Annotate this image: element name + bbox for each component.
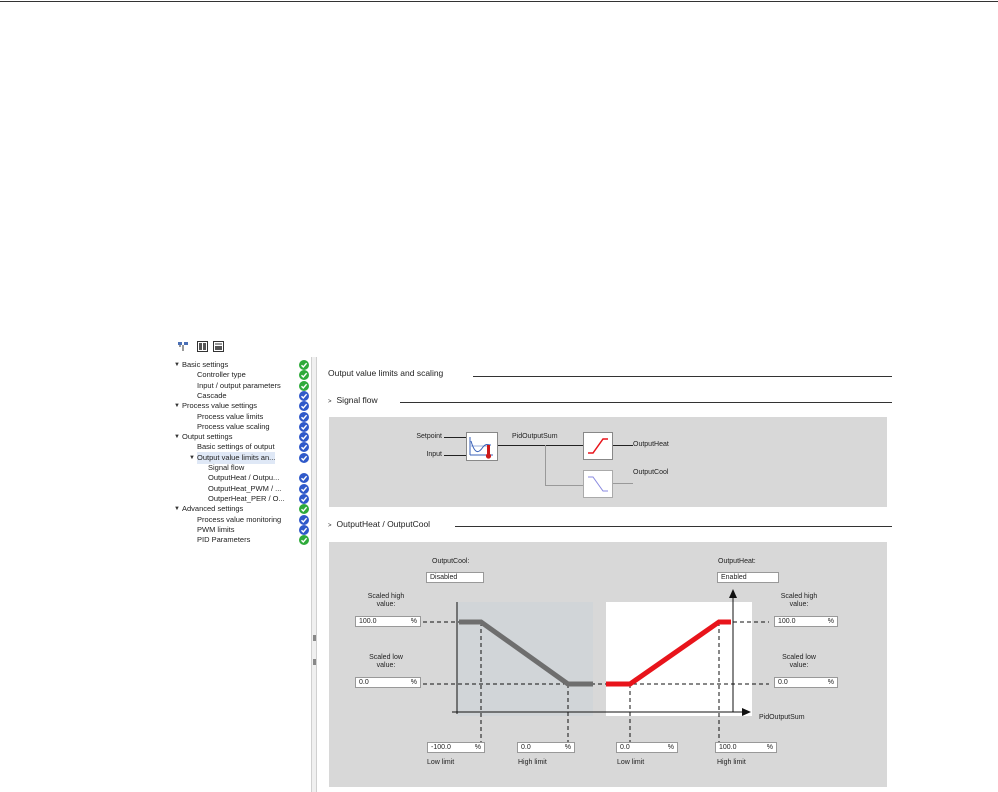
- signal-flow-header[interactable]: > Signal flow: [328, 395, 378, 405]
- pid-output-sum-label: PidOutputSum: [512, 433, 558, 440]
- input-label: Input: [426, 451, 442, 458]
- cool-output-line: [613, 483, 633, 484]
- input-line: [444, 455, 466, 456]
- settings-tree: ▼ Basic settings Controller type Input / ou…: [173, 359, 313, 792]
- heat-high-limit-label: High limit: [717, 759, 746, 766]
- tree-item[interactable]: PID Parameters: [173, 534, 310, 546]
- heat-output-line: [613, 445, 633, 446]
- top-border-line: [0, 1, 998, 2]
- heat-low-limit-label: Low limit: [617, 759, 645, 766]
- collapse-all-icon[interactable]: [213, 341, 224, 352]
- pid-output-line: [498, 445, 583, 446]
- pid-controller-block: [466, 432, 498, 461]
- setpoint-line: [444, 437, 466, 438]
- cool-high-limit-input[interactable]: 0.0%: [517, 742, 575, 753]
- heat-low-limit-input[interactable]: 0.0%: [616, 742, 678, 753]
- expand-all-icon[interactable]: [197, 341, 208, 352]
- cool-low-limit-label: Low limit: [427, 759, 455, 766]
- signal-flow-diagram: Setpoint Input PidOutputSum OutputHeat O…: [329, 417, 887, 507]
- output-cool-label: OutputCool: [633, 469, 669, 476]
- collapse-arrow-icon: >: [328, 399, 332, 405]
- toolbar: [173, 337, 313, 357]
- splitter-grip: [313, 635, 316, 641]
- splitter-grip: [313, 659, 316, 665]
- section-title: Output value limits and scaling: [328, 368, 444, 378]
- setpoint-label: Setpoint: [416, 433, 442, 440]
- heat-ramp-icon: [588, 438, 608, 454]
- y-axis-arrow: [729, 589, 737, 598]
- panel-splitter[interactable]: [311, 357, 317, 792]
- x-axis-label: PidOutputSum: [759, 714, 805, 721]
- heat-cool-divider: [455, 526, 892, 527]
- heat-cool-header[interactable]: > OutputHeat / OutputCool: [328, 519, 430, 529]
- collapse-arrow-icon: >: [328, 523, 332, 529]
- heat-output-block: [583, 432, 613, 460]
- heat-graph-area: [606, 602, 752, 716]
- pid-thermometer-icon: [469, 437, 493, 459]
- tree-view-icon[interactable]: [178, 341, 189, 352]
- cool-ramp-icon: [588, 476, 608, 492]
- check-ok-icon: [299, 535, 309, 546]
- output-heat-label: OutputHeat: [633, 441, 669, 448]
- cool-output-block: [583, 470, 613, 498]
- heat-high-limit-input[interactable]: 100.0%: [715, 742, 777, 753]
- section-divider: [473, 376, 892, 377]
- scaling-graph: [423, 589, 769, 742]
- settings-panel: Output value limits and scaling > Signal …: [318, 357, 892, 792]
- pid-config-window: ▼ Basic settings Controller type Input / ou…: [173, 337, 892, 792]
- tree-item-label: PID Parameters: [197, 535, 251, 545]
- cool-graph-area: [457, 602, 593, 716]
- signal-flow-divider: [400, 402, 892, 403]
- signal-flow-title: Signal flow: [336, 395, 378, 405]
- cool-branch-line-h: [545, 485, 583, 486]
- heat-cool-title: OutputHeat / OutputCool: [336, 519, 431, 529]
- cool-low-limit-input[interactable]: -100.0%: [427, 742, 485, 753]
- cool-branch-line: [545, 445, 546, 485]
- cool-high-limit-label: High limit: [518, 759, 547, 766]
- heat-cool-panel: OutputCool: Disabled OutputHeat: Enabled…: [329, 542, 887, 787]
